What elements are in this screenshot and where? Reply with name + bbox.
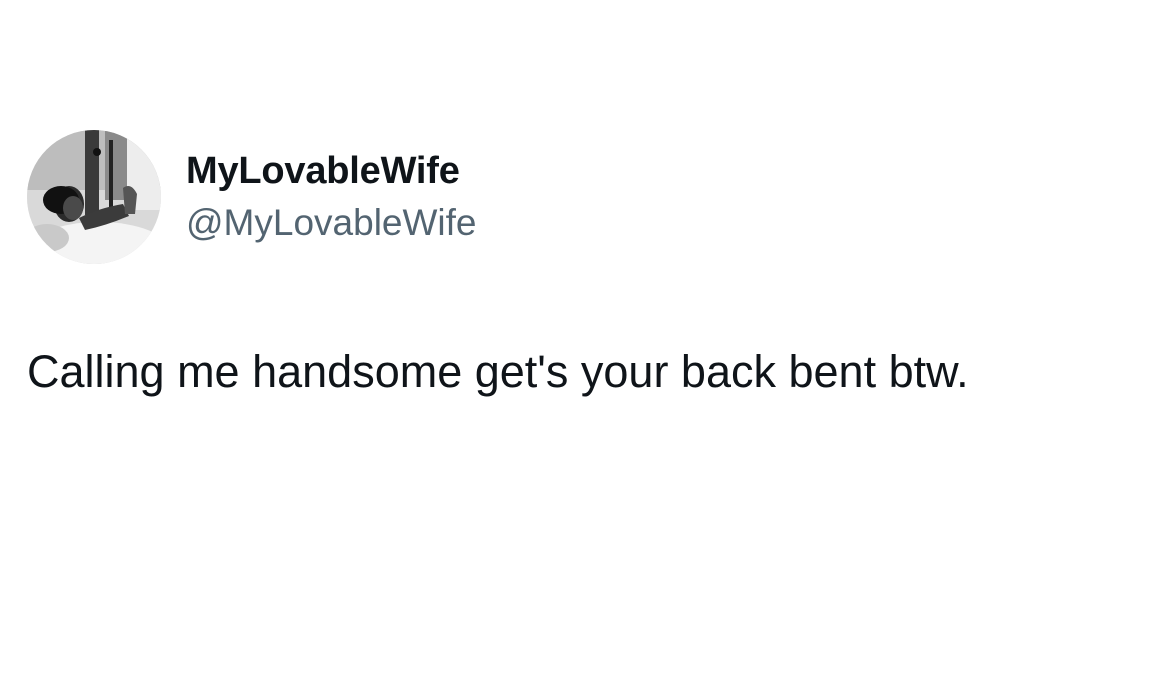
tweet-card: MyLovableWife @MyLovableWife Calling me … — [0, 0, 1170, 696]
author-handle[interactable]: @MyLovableWife — [186, 200, 477, 246]
avatar-photo-icon — [27, 130, 161, 264]
author-names: MyLovableWife @MyLovableWife — [186, 148, 477, 246]
avatar[interactable] — [27, 130, 161, 264]
author-display-name[interactable]: MyLovableWife — [186, 148, 477, 194]
tweet-header: MyLovableWife @MyLovableWife — [27, 130, 477, 264]
tweet-text: Calling me handsome get's your back bent… — [27, 346, 969, 397]
